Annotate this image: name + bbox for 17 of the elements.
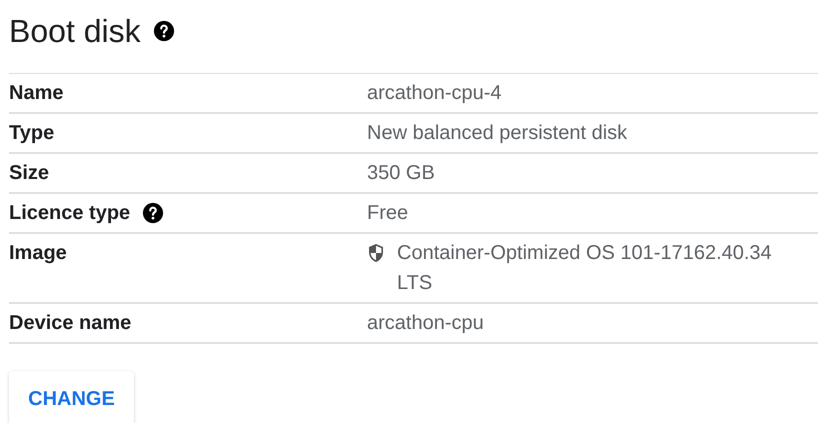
row-label: Name: [9, 82, 64, 104]
row-value: arcathon-cpu-4: [367, 81, 502, 106]
row-value: Container-Optimized OS 101-17162.40.34 LTS: [397, 241, 773, 296]
row-value: 350 GB: [367, 161, 435, 186]
shield-icon: [367, 243, 385, 263]
help-icon[interactable]: [142, 202, 164, 224]
row-label: Licence type: [9, 202, 130, 224]
row-label: Image: [9, 242, 67, 264]
row-label: Device name: [9, 312, 132, 334]
change-button[interactable]: CHANGE: [9, 371, 134, 423]
help-icon[interactable]: [152, 20, 175, 42]
row-value: arcathon-cpu: [367, 311, 484, 336]
row-label: Size: [9, 162, 50, 184]
section-title: Boot disk: [9, 15, 141, 47]
row-label: Type: [9, 122, 54, 144]
row-value: Free: [367, 201, 408, 226]
row-value: New balanced persistent disk: [367, 121, 628, 146]
